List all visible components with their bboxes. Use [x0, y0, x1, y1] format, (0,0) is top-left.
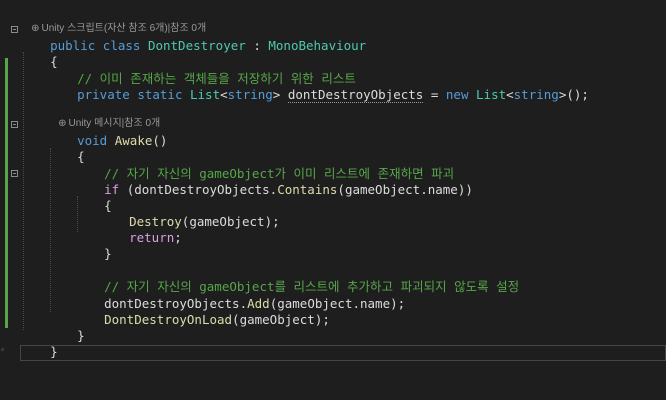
code-line-open-brace[interactable]: { [47, 133, 85, 164]
code-line-open-brace[interactable]: { [74, 182, 112, 213]
code-line-close-brace[interactable]: } [47, 312, 85, 343]
method-name: Awake [114, 133, 153, 148]
base-class-name: MonoBehaviour [268, 38, 367, 53]
code-line-if-statement[interactable]: if (dontDestroyObjects.Contains(gameObje… [74, 166, 473, 197]
fold-collapse-icon[interactable] [11, 121, 18, 128]
fold-collapse-icon[interactable] [11, 170, 18, 177]
indent-guide [23, 52, 24, 330]
field-name: dontDestroyObjects [287, 87, 424, 103]
code-line-destroy-call[interactable]: Destroy(gameObject); [99, 198, 280, 229]
codelens-method[interactable]: ⊕ Unity 메시지|참조 0개 [47, 103, 160, 129]
change-tracking-bar [5, 58, 8, 328]
class-name: DontDestroyer [147, 38, 246, 53]
code-line-add-call[interactable]: dontDestroyObjects.Add(gameObject.name); [74, 280, 405, 311]
code-line-comment[interactable]: // 자기 자신의 gameObject를 리스트에 추가하고 파괴되지 않도록… [74, 263, 519, 294]
code-line-open-brace[interactable]: { [20, 38, 58, 69]
code-line-comment[interactable]: // 이미 존재하는 객체들을 저장하기 위한 리스트 [47, 55, 356, 86]
code-line-field-declaration[interactable]: private static List<string> dontDestroyO… [47, 71, 589, 103]
code-line-dontdestroyonload-call[interactable]: DontDestroyOnLoad(gameObject); [74, 296, 330, 327]
code-line-class-declaration[interactable]: public class DontDestroyer : MonoBehavio… [20, 22, 366, 53]
code-line-comment[interactable]: // 자기 자신의 gameObject가 이미 리스트에 존재하면 파괴 [74, 150, 454, 181]
code-line-close-brace[interactable]: } [20, 328, 58, 359]
code-line-method-declaration[interactable]: void Awake() [47, 117, 167, 148]
current-line-highlight[interactable] [20, 345, 666, 361]
code-editor[interactable]: ⊕ Unity 스크립트(자산 참조 6개)|참조 0개 public class… [0, 0, 666, 400]
fold-collapse-icon[interactable] [11, 26, 18, 33]
code-line-close-brace[interactable]: } [74, 230, 112, 261]
line-marker-icon: ◦ [0, 346, 6, 356]
code-line-return[interactable]: return; [99, 214, 182, 245]
codelens-class[interactable]: ⊕ Unity 스크립트(자산 참조 6개)|참조 0개 [20, 8, 206, 34]
